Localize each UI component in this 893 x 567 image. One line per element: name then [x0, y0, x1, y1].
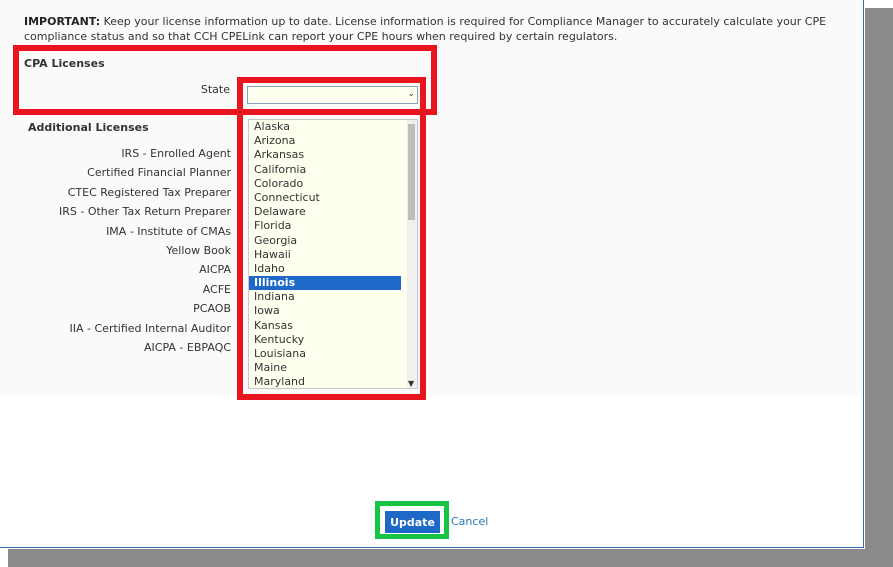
license-item-label: Yellow Book — [166, 243, 231, 257]
license-item-label: AICPA - EBPAQC — [144, 340, 231, 354]
state-option[interactable]: Arkansas — [249, 148, 401, 162]
license-item-label: PCAOB — [193, 302, 231, 316]
state-option[interactable]: Illinois — [249, 276, 401, 291]
chevron-down-icon: ⌄ — [407, 89, 415, 99]
license-item-label: IRS - Enrolled Agent — [121, 147, 231, 160]
state-option[interactable]: Kansas — [249, 319, 401, 333]
state-option[interactable]: Indiana — [249, 290, 401, 304]
license-item-label: IRS - Other Tax Return Preparer — [59, 205, 231, 219]
license-item-label: IIA - Certified Internal Auditor — [69, 321, 231, 335]
state-option[interactable]: Maine — [249, 361, 401, 375]
state-option[interactable]: Connecticut — [249, 191, 401, 205]
state-option[interactable]: Alaska — [249, 120, 401, 134]
state-option[interactable]: Idaho — [249, 262, 401, 276]
scroll-down-icon[interactable]: ▼ — [408, 379, 414, 388]
license-item-label: AICPA — [199, 263, 231, 277]
important-notice: IMPORTANT: Keep your license information… — [24, 14, 854, 44]
state-option[interactable]: Colorado — [249, 177, 401, 191]
state-label: State — [200, 83, 230, 96]
panel-shadow-bottom — [8, 549, 893, 567]
list-scrollbar[interactable]: ▼ — [407, 120, 417, 388]
license-item-label: ACFE — [202, 282, 231, 296]
state-option[interactable]: Maryland — [249, 375, 401, 388]
important-text: Keep your license information up to date… — [24, 15, 827, 43]
state-option[interactable]: Delaware — [249, 205, 401, 219]
important-label: IMPORTANT: — [24, 15, 101, 28]
state-option[interactable]: Arizona — [249, 134, 401, 148]
state-option[interactable]: Iowa — [249, 304, 401, 318]
license-item-label: CTEC Registered Tax Preparer — [67, 185, 231, 199]
license-item-label: Certified Financial Planner — [87, 166, 231, 180]
update-button[interactable]: Update — [385, 511, 440, 533]
additional-licenses-heading: Additional Licenses — [28, 121, 149, 134]
state-option[interactable]: Kentucky — [249, 333, 401, 347]
state-option[interactable]: Florida — [249, 219, 401, 233]
state-option[interactable]: Georgia — [249, 234, 401, 248]
state-select[interactable]: ⌄ — [247, 86, 418, 104]
panel-shadow-right — [865, 8, 893, 567]
cancel-link[interactable]: Cancel — [451, 515, 488, 528]
state-option[interactable]: California — [249, 163, 401, 177]
state-option[interactable]: Hawaii — [249, 248, 401, 262]
state-dropdown-list[interactable]: Alaska Arizona Arkansas California Colorado C… — [248, 119, 418, 389]
scrollbar-thumb[interactable] — [408, 124, 415, 220]
state-option[interactable]: Louisiana — [249, 347, 401, 361]
additional-licenses-list: IRS - Enrolled Agent Certified Financial … — [20, 146, 231, 359]
license-item-label: IMA - Institute of CMAs — [106, 224, 231, 238]
cpa-licenses-heading: CPA Licenses — [24, 57, 105, 70]
